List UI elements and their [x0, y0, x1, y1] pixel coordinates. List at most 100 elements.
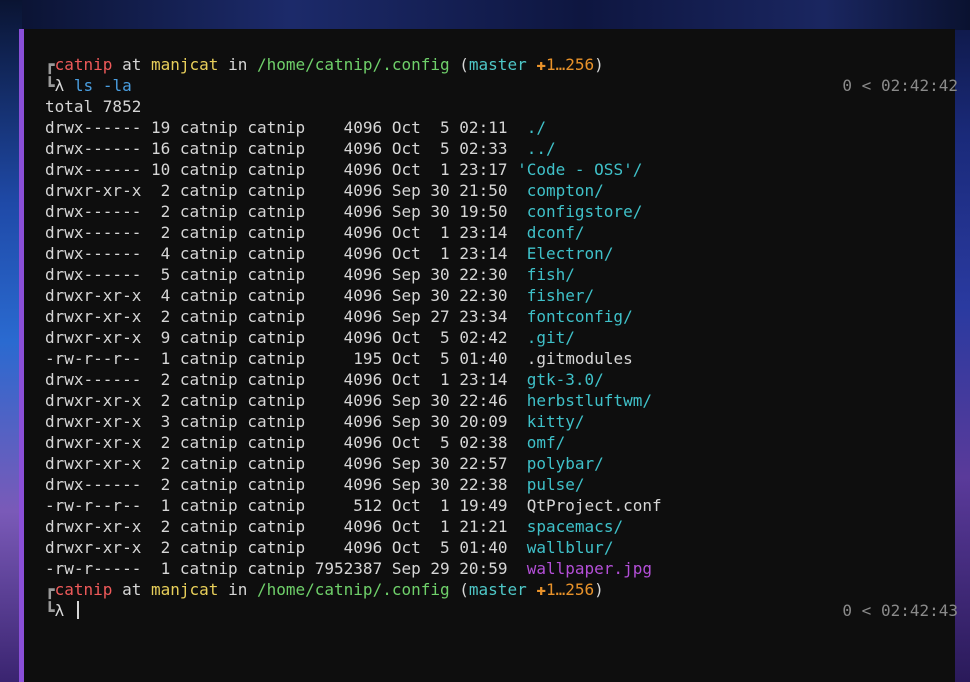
file-month: Sep: [391, 391, 421, 410]
file-day: 30: [430, 181, 450, 200]
prompt-corner-bottom: ┗: [45, 601, 55, 620]
file-permissions: drwxr-xr-x: [45, 328, 142, 347]
file-size: 4096: [343, 433, 383, 452]
file-size: 4096: [343, 118, 383, 137]
file-name: .gitmodules: [526, 349, 633, 368]
file-day: 5: [440, 433, 450, 452]
file-owner: catnip: [179, 370, 238, 389]
file-owner: catnip: [179, 202, 238, 221]
file-day: 30: [430, 475, 450, 494]
file-group: catnip: [247, 160, 306, 179]
link-count: 2: [160, 202, 171, 221]
link-count: 2: [160, 370, 171, 389]
prompt-user: catnip: [54, 580, 113, 599]
file-owner: catnip: [179, 391, 238, 410]
file-month: Oct: [391, 328, 421, 347]
file-size: 4096: [343, 391, 383, 410]
file-owner: catnip: [179, 412, 238, 431]
link-count: 2: [160, 475, 171, 494]
file-group: catnip: [247, 412, 306, 431]
directory-name: polybar/: [526, 454, 604, 473]
ls-row: drwxr-xr-x 2 catnip catnip 4096 Sep 30 2…: [45, 180, 945, 201]
prompt-path: /home/catnip/.config: [256, 55, 450, 74]
prompt-paren-open: (: [459, 55, 469, 74]
ls-row: drwx------ 2 catnip catnip 4096 Oct 1 23…: [45, 222, 945, 243]
file-time: 01:40: [459, 538, 508, 557]
link-count: 2: [160, 391, 171, 410]
file-month: Oct: [391, 370, 421, 389]
file-month: Sep: [391, 265, 421, 284]
file-size: 4096: [343, 265, 383, 284]
file-time: 23:14: [459, 370, 508, 389]
link-count: 1: [160, 496, 171, 515]
file-time: 19:50: [459, 202, 508, 221]
file-group: catnip: [247, 517, 306, 536]
prompt-corner-bottom: ┗: [45, 76, 55, 95]
file-size: 4096: [343, 475, 383, 494]
file-time: 01:40: [459, 349, 508, 368]
file-day: 1: [440, 517, 450, 536]
ls-row: drwx------ 2 catnip catnip 4096 Sep 30 1…: [45, 201, 945, 222]
file-owner: catnip: [179, 496, 238, 515]
prompt-host: manjcat: [150, 580, 219, 599]
text-cursor[interactable]: [76, 601, 79, 619]
file-owner: catnip: [179, 160, 238, 179]
file-group: catnip: [247, 118, 306, 137]
terminal-output: ┏catnip at manjcat in /home/catnip/.conf…: [45, 54, 958, 621]
file-day: 27: [430, 307, 450, 326]
file-month: Sep: [391, 202, 421, 221]
file-day: 30: [430, 391, 450, 410]
file-permissions: drwxr-xr-x: [45, 181, 142, 200]
file-owner: catnip: [179, 139, 238, 158]
file-permissions: -rw-r-----: [45, 559, 142, 578]
file-permissions: drwx------: [45, 475, 142, 494]
link-count: 2: [160, 454, 171, 473]
file-time: 23:17: [459, 160, 508, 179]
directory-name: gtk-3.0/: [526, 370, 604, 389]
file-group: catnip: [247, 433, 306, 452]
terminal-window[interactable]: ┏catnip at manjcat in /home/catnip/.conf…: [19, 29, 958, 682]
directory-name: compton/: [526, 181, 604, 200]
file-size: 4096: [343, 370, 383, 389]
file-permissions: drwx------: [45, 139, 142, 158]
file-owner: catnip: [179, 517, 238, 536]
file-day: 29: [430, 559, 450, 578]
link-count: 19: [150, 118, 171, 137]
prompt-paren-close: ): [594, 55, 604, 74]
file-time: 02:42: [459, 328, 508, 347]
prompt-branch: master: [468, 55, 527, 74]
directory-name: .git/: [526, 328, 575, 347]
file-permissions: drwxr-xr-x: [45, 517, 142, 536]
file-month: Oct: [391, 433, 421, 452]
file-permissions: drwxr-xr-x: [45, 391, 142, 410]
prompt-git-status: ✚1…256: [536, 580, 595, 599]
file-owner: catnip: [179, 118, 238, 137]
link-count: 4: [160, 286, 171, 305]
file-group: catnip: [247, 475, 306, 494]
file-group: catnip: [247, 244, 306, 263]
command-line: ┗λ ls -la 0 < 02:42:42: [45, 75, 958, 96]
directory-name: pulse/: [526, 475, 585, 494]
directory-name: wallblur/: [526, 538, 614, 557]
input-line[interactable]: ┗λ 0 < 02:42:43: [45, 600, 958, 621]
ls-row: drwx------ 16 catnip catnip 4096 Oct 5 0…: [45, 138, 945, 159]
file-month: Sep: [391, 286, 421, 305]
link-count: 4: [160, 244, 171, 263]
prompt-line-2: ┏catnip at manjcat in /home/catnip/.conf…: [45, 579, 945, 600]
file-month: Oct: [391, 139, 421, 158]
file-time: 22:46: [459, 391, 508, 410]
ls-row: drwx------ 19 catnip catnip 4096 Oct 5 0…: [45, 117, 945, 138]
file-group: catnip: [247, 454, 306, 473]
file-group: catnip: [247, 202, 306, 221]
file-month: Oct: [391, 223, 421, 242]
file-group: catnip: [247, 391, 306, 410]
file-month: Oct: [391, 244, 421, 263]
file-day: 5: [440, 538, 450, 557]
ls-row: drwxr-xr-x 3 catnip catnip 4096 Sep 30 2…: [45, 411, 945, 432]
prompt-paren-open: (: [459, 580, 469, 599]
link-count: 16: [150, 139, 171, 158]
directory-name: omf/: [526, 433, 566, 452]
file-permissions: drwxr-xr-x: [45, 538, 142, 557]
file-permissions: drwxr-xr-x: [45, 286, 142, 305]
file-group: catnip: [247, 370, 306, 389]
